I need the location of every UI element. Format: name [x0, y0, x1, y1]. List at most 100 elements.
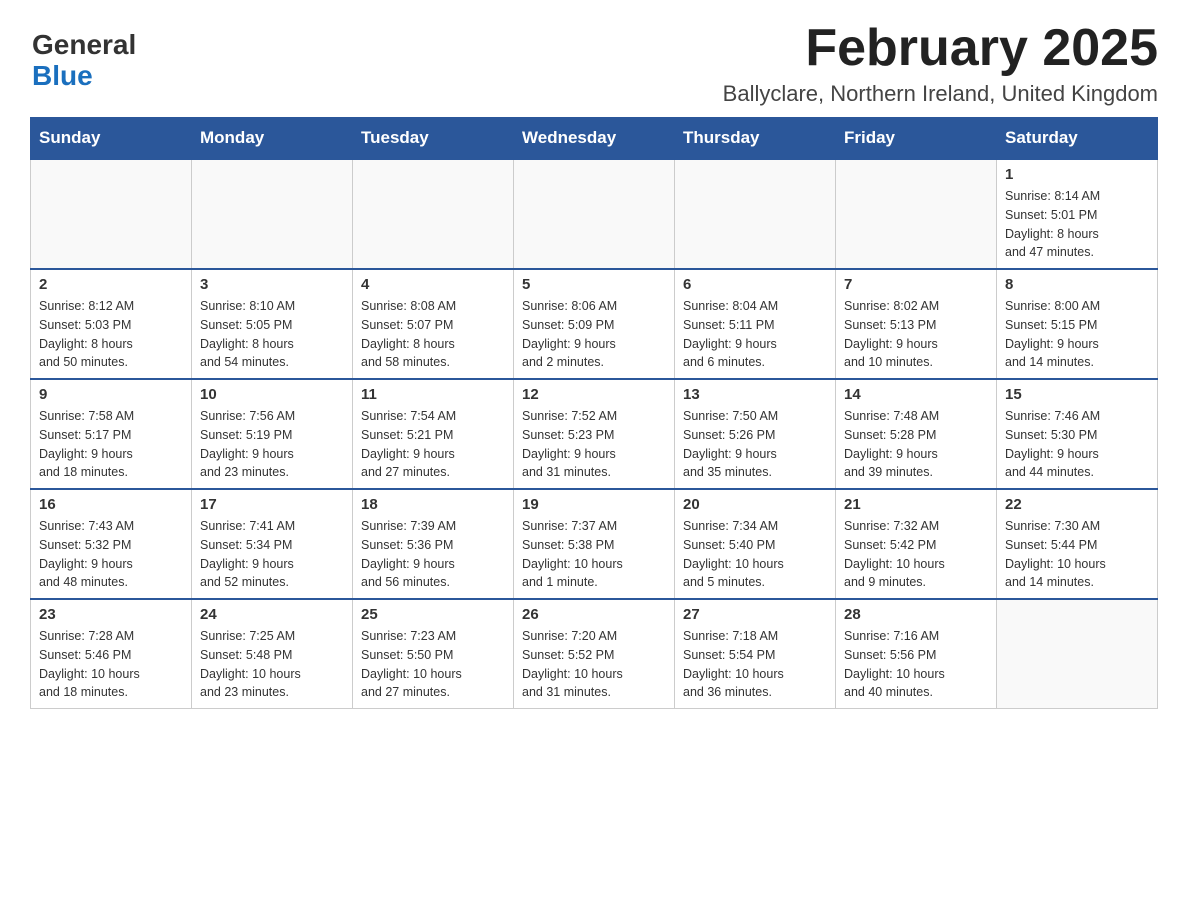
calendar-cell: 10 Sunrise: 7:56 AM Sunset: 5:19 PM Dayli… [192, 379, 353, 489]
day-number: 2 [39, 276, 183, 293]
weekday-header-tuesday: Tuesday [353, 118, 514, 160]
logo-blue: Blue [32, 61, 136, 92]
calendar-cell: 11Sunrise: 7:54 AM Sunset: 5:21 PM Dayli… [353, 379, 514, 489]
calendar-cell: 15 Sunrise: 7:46 AM Sunset: 5:30 PM Dayli… [997, 379, 1158, 489]
day-number: 3 [200, 276, 344, 293]
day-info: Sunrise: 7:28 AM Sunset: 5:46 PM Dayligh… [39, 627, 183, 702]
day-info: Sunrise: 7:23 AM Sunset: 5:50 PM Dayligh… [361, 627, 505, 702]
day-info: Sunrise: 7:48 AM Sunset: 5:28 PM Dayligh… [844, 407, 988, 482]
day-number: 8 [1005, 276, 1149, 293]
day-info: Sunrise: 7:16 AM Sunset: 5:56 PM Dayligh… [844, 627, 988, 702]
calendar-cell: 4 Sunrise: 8:08 AM Sunset: 5:07 PM Daylig… [353, 269, 514, 379]
day-number: 27 [683, 606, 827, 623]
calendar-cell: 7 Sunrise: 8:02 AM Sunset: 5:13 PM Daylig… [836, 269, 997, 379]
day-info: Sunrise: 8:12 AM Sunset: 5:03 PM Dayligh… [39, 297, 183, 372]
day-number: 11 [361, 386, 505, 403]
day-info: Sunrise: 7:32 AM Sunset: 5:42 PM Dayligh… [844, 517, 988, 592]
calendar-cell: 12 Sunrise: 7:52 AM Sunset: 5:23 PM Dayli… [514, 379, 675, 489]
calendar-cell [31, 159, 192, 269]
day-info: Sunrise: 7:52 AM Sunset: 5:23 PM Dayligh… [522, 407, 666, 482]
weekday-header-friday: Friday [836, 118, 997, 160]
calendar-week-5: 23 Sunrise: 7:28 AM Sunset: 5:46 PM Dayli… [31, 599, 1158, 709]
calendar-cell [836, 159, 997, 269]
calendar-cell: 28Sunrise: 7:16 AM Sunset: 5:56 PM Dayli… [836, 599, 997, 709]
day-info: Sunrise: 8:08 AM Sunset: 5:07 PM Dayligh… [361, 297, 505, 372]
weekday-header-row: SundayMondayTuesdayWednesdayThursdayFrid… [31, 118, 1158, 160]
page-header: General Blue February 2025 Ballyclare, N… [30, 20, 1158, 107]
calendar-cell: 13 Sunrise: 7:50 AM Sunset: 5:26 PM Dayli… [675, 379, 836, 489]
calendar-cell: 23 Sunrise: 7:28 AM Sunset: 5:46 PM Dayli… [31, 599, 192, 709]
day-number: 16 [39, 496, 183, 513]
calendar-week-1: 1 Sunrise: 8:14 AM Sunset: 5:01 PM Daylig… [31, 159, 1158, 269]
calendar-week-4: 16Sunrise: 7:43 AM Sunset: 5:32 PM Dayli… [31, 489, 1158, 599]
day-info: Sunrise: 7:58 AM Sunset: 5:17 PM Dayligh… [39, 407, 183, 482]
day-number: 10 [200, 386, 344, 403]
day-info: Sunrise: 8:04 AM Sunset: 5:11 PM Dayligh… [683, 297, 827, 372]
day-info: Sunrise: 7:41 AM Sunset: 5:34 PM Dayligh… [200, 517, 344, 592]
calendar-cell [675, 159, 836, 269]
day-info: Sunrise: 7:56 AM Sunset: 5:19 PM Dayligh… [200, 407, 344, 482]
calendar-cell: 18 Sunrise: 7:39 AM Sunset: 5:36 PM Dayli… [353, 489, 514, 599]
calendar-cell [353, 159, 514, 269]
calendar-cell: 17 Sunrise: 7:41 AM Sunset: 5:34 PM Dayli… [192, 489, 353, 599]
month-title: February 2025 [723, 20, 1158, 77]
weekday-header-wednesday: Wednesday [514, 118, 675, 160]
weekday-header-thursday: Thursday [675, 118, 836, 160]
day-number: 18 [361, 496, 505, 513]
calendar-cell: 27 Sunrise: 7:18 AM Sunset: 5:54 PM Dayli… [675, 599, 836, 709]
calendar-cell: 8 Sunrise: 8:00 AM Sunset: 5:15 PM Daylig… [997, 269, 1158, 379]
day-info: Sunrise: 8:06 AM Sunset: 5:09 PM Dayligh… [522, 297, 666, 372]
day-number: 9 [39, 386, 183, 403]
calendar-cell: 6 Sunrise: 8:04 AM Sunset: 5:11 PM Daylig… [675, 269, 836, 379]
day-number: 5 [522, 276, 666, 293]
day-info: Sunrise: 7:34 AM Sunset: 5:40 PM Dayligh… [683, 517, 827, 592]
calendar-table: SundayMondayTuesdayWednesdayThursdayFrid… [30, 117, 1158, 709]
calendar-week-2: 2 Sunrise: 8:12 AM Sunset: 5:03 PM Daylig… [31, 269, 1158, 379]
day-info: Sunrise: 7:50 AM Sunset: 5:26 PM Dayligh… [683, 407, 827, 482]
day-number: 24 [200, 606, 344, 623]
day-number: 20 [683, 496, 827, 513]
calendar-cell: 22Sunrise: 7:30 AM Sunset: 5:44 PM Dayli… [997, 489, 1158, 599]
day-info: Sunrise: 7:39 AM Sunset: 5:36 PM Dayligh… [361, 517, 505, 592]
logo: General Blue [30, 30, 136, 92]
weekday-header-saturday: Saturday [997, 118, 1158, 160]
day-number: 6 [683, 276, 827, 293]
day-info: Sunrise: 8:00 AM Sunset: 5:15 PM Dayligh… [1005, 297, 1149, 372]
calendar-cell: 14 Sunrise: 7:48 AM Sunset: 5:28 PM Dayli… [836, 379, 997, 489]
day-number: 17 [200, 496, 344, 513]
day-number: 4 [361, 276, 505, 293]
calendar-cell: 20 Sunrise: 7:34 AM Sunset: 5:40 PM Dayli… [675, 489, 836, 599]
day-number: 21 [844, 496, 988, 513]
day-number: 25 [361, 606, 505, 623]
calendar-cell: 16Sunrise: 7:43 AM Sunset: 5:32 PM Dayli… [31, 489, 192, 599]
day-info: Sunrise: 7:46 AM Sunset: 5:30 PM Dayligh… [1005, 407, 1149, 482]
calendar-week-3: 9 Sunrise: 7:58 AM Sunset: 5:17 PM Daylig… [31, 379, 1158, 489]
day-info: Sunrise: 8:10 AM Sunset: 5:05 PM Dayligh… [200, 297, 344, 372]
calendar-cell [514, 159, 675, 269]
day-info: Sunrise: 8:14 AM Sunset: 5:01 PM Dayligh… [1005, 187, 1149, 262]
calendar-cell: 9 Sunrise: 7:58 AM Sunset: 5:17 PM Daylig… [31, 379, 192, 489]
calendar-cell: 26 Sunrise: 7:20 AM Sunset: 5:52 PM Dayli… [514, 599, 675, 709]
calendar-cell [997, 599, 1158, 709]
day-number: 19 [522, 496, 666, 513]
day-number: 13 [683, 386, 827, 403]
calendar-cell: 5 Sunrise: 8:06 AM Sunset: 5:09 PM Daylig… [514, 269, 675, 379]
day-number: 12 [522, 386, 666, 403]
day-number: 22 [1005, 496, 1149, 513]
day-number: 23 [39, 606, 183, 623]
day-number: 7 [844, 276, 988, 293]
day-number: 14 [844, 386, 988, 403]
calendar-cell: 24 Sunrise: 7:25 AM Sunset: 5:48 PM Dayli… [192, 599, 353, 709]
calendar-cell: 2 Sunrise: 8:12 AM Sunset: 5:03 PM Daylig… [31, 269, 192, 379]
day-number: 26 [522, 606, 666, 623]
day-info: Sunrise: 8:02 AM Sunset: 5:13 PM Dayligh… [844, 297, 988, 372]
day-number: 1 [1005, 166, 1149, 183]
day-info: Sunrise: 7:25 AM Sunset: 5:48 PM Dayligh… [200, 627, 344, 702]
weekday-header-sunday: Sunday [31, 118, 192, 160]
day-info: Sunrise: 7:18 AM Sunset: 5:54 PM Dayligh… [683, 627, 827, 702]
day-info: Sunrise: 7:20 AM Sunset: 5:52 PM Dayligh… [522, 627, 666, 702]
calendar-cell: 21 Sunrise: 7:32 AM Sunset: 5:42 PM Dayli… [836, 489, 997, 599]
calendar-cell [192, 159, 353, 269]
calendar-cell: 25 Sunrise: 7:23 AM Sunset: 5:50 PM Dayli… [353, 599, 514, 709]
day-number: 15 [1005, 386, 1149, 403]
